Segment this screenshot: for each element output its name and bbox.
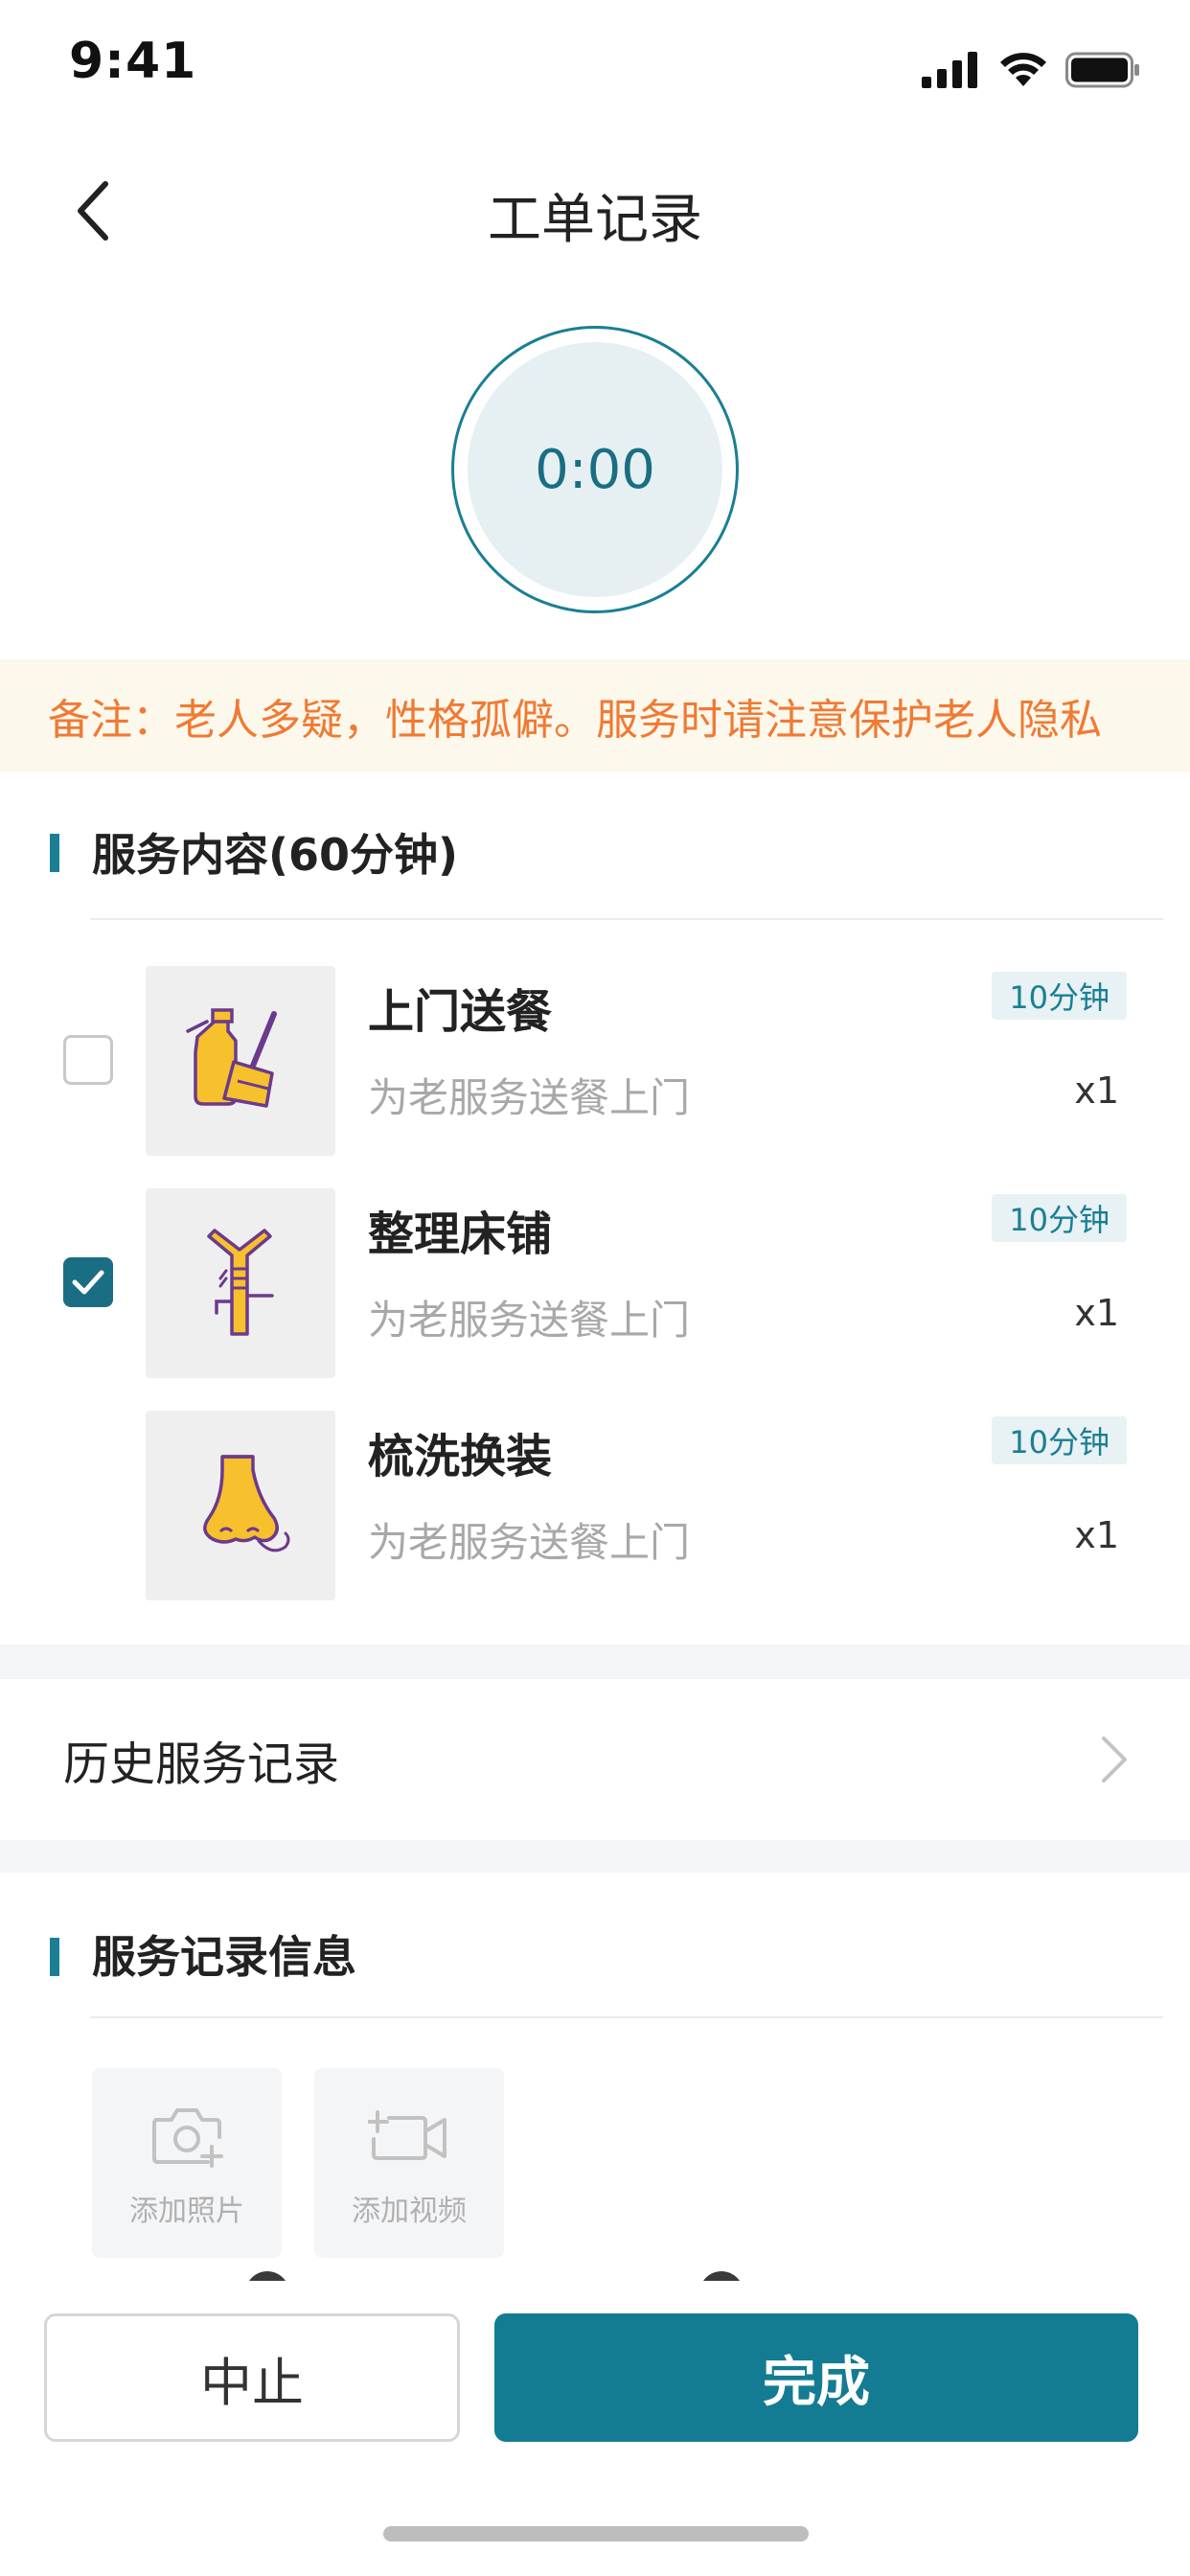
item-quantity: x1 xyxy=(1074,1514,1119,1556)
item-description: 为老服务送餐上门 xyxy=(368,1297,691,1344)
signal-icon xyxy=(922,52,977,88)
finish-button[interactable]: 完成 xyxy=(494,2313,1138,2442)
history-records-row[interactable]: 历史服务记录 xyxy=(0,1679,1190,1840)
section-separator xyxy=(0,1644,1190,1679)
item-checkbox[interactable] xyxy=(63,1035,113,1085)
section-accent-bar xyxy=(50,1938,59,1976)
divider xyxy=(90,2016,1163,2018)
battery-icon xyxy=(1065,52,1139,88)
item-thumbnail xyxy=(146,966,335,1156)
duration-badge: 10分钟 xyxy=(992,1416,1127,1464)
item-quantity: x1 xyxy=(1074,1292,1119,1334)
item-description: 为老服务送餐上门 xyxy=(368,1519,691,1566)
record-section-title: 服务记录信息 xyxy=(92,1931,356,1983)
trachea-icon xyxy=(207,1229,274,1336)
checkmark-icon xyxy=(72,1270,104,1295)
nav-bar: 工单记录 xyxy=(0,153,1190,268)
status-bar: 9:41 xyxy=(0,0,1190,134)
timer-value: 0:00 xyxy=(535,438,655,501)
item-name: 上门送餐 xyxy=(368,985,553,1039)
nose-icon xyxy=(203,1455,290,1552)
add-photo-label: 添加照片 xyxy=(129,2195,244,2228)
service-section-header: 服务内容(60分钟) xyxy=(0,776,1190,920)
divider xyxy=(90,918,1163,920)
duration-badge: 10分钟 xyxy=(992,972,1127,1020)
service-item[interactable]: 整理床铺 为老服务送餐上门 10分钟 x1 xyxy=(0,1184,1190,1378)
record-section-header: 服务记录信息 xyxy=(0,1878,1190,2018)
add-video-button[interactable]: 添加视频 xyxy=(314,2068,504,2258)
duration-badge: 10分钟 xyxy=(992,1194,1127,1242)
remark-text: 备注：老人多疑，性格孤僻。服务时请注意保护老人隐私 xyxy=(48,696,1102,745)
service-section-title: 服务内容(60分钟) xyxy=(92,829,459,881)
cleaning-spray-broom-icon xyxy=(186,1008,277,1108)
remark-banner: 备注：老人多疑，性格孤僻。服务时请注意保护老人隐私 xyxy=(0,659,1190,772)
add-photo-button[interactable]: 添加照片 xyxy=(92,2068,282,2258)
camera-add-icon xyxy=(152,2108,223,2168)
section-separator xyxy=(0,1840,1190,1873)
video-add-icon xyxy=(368,2110,446,2160)
timer-face: 0:00 xyxy=(468,342,722,597)
status-icons xyxy=(922,52,1140,88)
add-video-label: 添加视频 xyxy=(352,2195,467,2228)
section-accent-bar xyxy=(50,834,59,872)
chevron-right-icon xyxy=(1102,1736,1127,1782)
service-item[interactable]: 梳洗换装 为老服务送餐上门 10分钟 x1 xyxy=(0,1407,1190,1600)
home-indicator[interactable] xyxy=(383,2526,809,2542)
status-time: 9:41 xyxy=(69,33,197,90)
timer: 0:00 xyxy=(451,326,739,613)
bottom-action-bar: 中止 完成 xyxy=(0,2281,1190,2576)
item-description: 为老服务送餐上门 xyxy=(368,1074,691,1121)
item-checkbox[interactable] xyxy=(63,1257,113,1307)
stop-button[interactable]: 中止 xyxy=(44,2313,460,2442)
service-item[interactable]: 上门送餐 为老服务送餐上门 10分钟 x1 xyxy=(0,962,1190,1156)
item-thumbnail xyxy=(146,1188,335,1378)
history-label: 历史服务记录 xyxy=(63,1737,340,1791)
page-title: 工单记录 xyxy=(488,189,702,251)
item-thumbnail xyxy=(146,1411,335,1600)
item-name: 整理床铺 xyxy=(368,1208,553,1261)
item-name: 梳洗换装 xyxy=(368,1430,553,1484)
wifi-icon xyxy=(1000,53,1046,86)
item-quantity: x1 xyxy=(1074,1070,1119,1112)
